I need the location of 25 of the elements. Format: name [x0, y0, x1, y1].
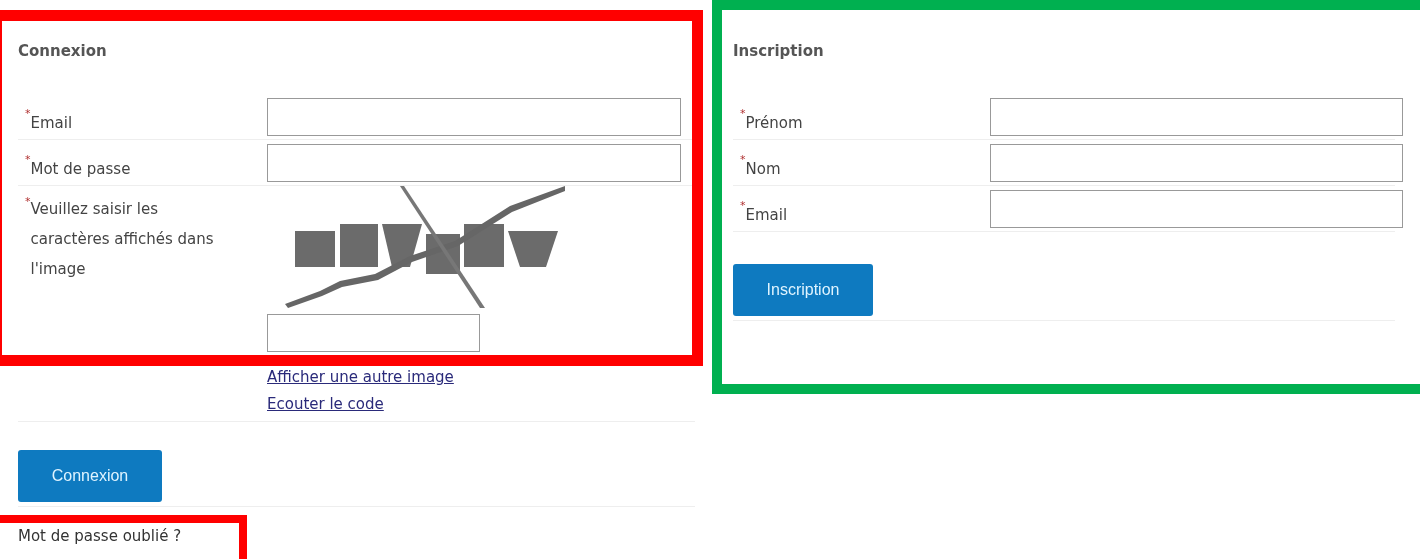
- input-field[interactable]: [990, 144, 1403, 182]
- input-field[interactable]: [267, 98, 681, 136]
- field-label: Email: [745, 206, 788, 226]
- required-mark: *: [25, 154, 31, 166]
- required-mark: *: [25, 108, 31, 120]
- login-button[interactable]: Connexion: [18, 450, 162, 502]
- input-field[interactable]: [990, 98, 1403, 136]
- field-label: Nom: [745, 160, 781, 180]
- section-title: Inscription: [733, 42, 824, 60]
- section-title: Connexion: [18, 42, 107, 60]
- required-mark: *: [25, 196, 31, 208]
- captcha-input[interactable]: [267, 314, 480, 352]
- signup-button[interactable]: Inscription: [733, 264, 873, 316]
- field-label: Email: [30, 114, 73, 134]
- required-mark: *: [740, 108, 746, 120]
- required-mark: *: [740, 200, 746, 212]
- link[interactable]: Ecouter le code: [267, 391, 384, 418]
- field-label: Veuillez saisir les caractères affichés dans l'image: [30, 200, 215, 280]
- input-field[interactable]: [267, 144, 681, 182]
- required-mark: *: [740, 154, 746, 166]
- forgot-password-link[interactable]: Mot de passe oublié ?: [18, 527, 182, 545]
- field-label: Mot de passe: [30, 160, 131, 180]
- input-field[interactable]: [990, 190, 1403, 228]
- field-label: Prénom: [745, 114, 803, 134]
- link[interactable]: Afficher une autre image: [267, 364, 454, 391]
